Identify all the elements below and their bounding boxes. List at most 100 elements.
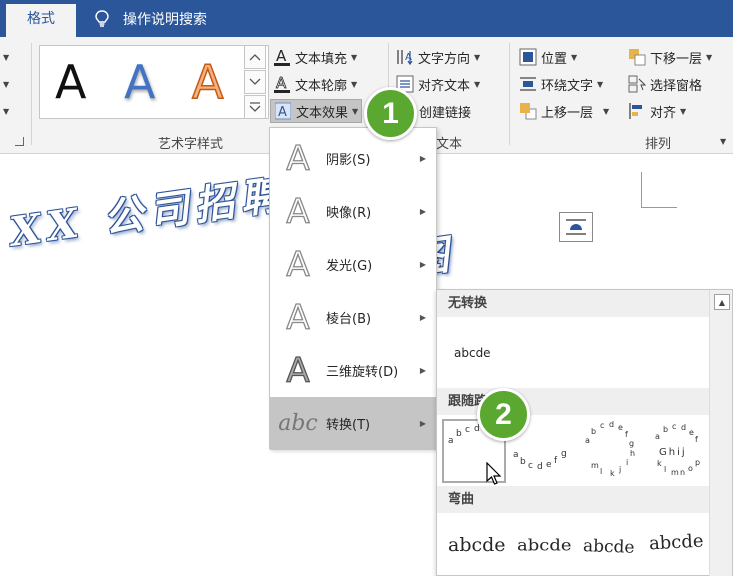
position-label: 位置 [541,51,568,67]
group-separator [509,43,510,145]
follow-path-button[interactable]: ab c def Ghij kl mn op [643,419,707,483]
arrange-group-label: 排列 [645,137,672,152]
no-transform-header: 无转换 [437,290,709,317]
selection-pane-icon [628,75,646,93]
warp-option-arch[interactable]: abcde [517,536,572,555]
chevron-right-icon: ▶ [419,366,426,375]
tab-format[interactable]: 格式 [6,4,76,37]
tell-me-search[interactable]: 操作说明搜索 [95,0,207,37]
create-link-label: 创建链接 [419,105,472,121]
layout-options-button[interactable] [559,212,593,242]
transform-abc-icon: abc [278,410,318,436]
gallery-more-button[interactable] [244,95,266,119]
ribbon-tab-bar: 格式 操作说明搜索 [0,0,733,37]
warp-header: 弯曲 [437,486,709,513]
lightbulb-icon [95,9,109,27]
chevron-down-icon: ▼ [603,106,610,116]
svg-text:Ghij: Ghij [659,447,687,458]
more-icon [249,102,261,112]
svg-text:klmnop: kl mn op [657,458,700,477]
chevron-up-icon [249,54,261,61]
chevron-down-icon: ▼ [474,52,481,62]
chevron-down-icon[interactable]: ▼ [3,107,9,116]
no-transform-option[interactable]: abcde [454,346,491,360]
gallery-scroll-down-button[interactable] [244,70,266,94]
warp-option-inflate[interactable]: abcde [648,531,704,555]
chevron-down-icon: ▼ [597,79,604,89]
menu-item-reflection[interactable]: A 映像(R) ▶ [270,185,436,238]
dialog-launcher-icon[interactable] [15,137,24,146]
chevron-down-icon[interactable]: ▼ [3,53,9,62]
chevron-down-icon: ▼ [571,52,578,62]
shadow-a-icon: A [286,138,311,179]
text-direction-label: 文字方向 [418,51,471,67]
step-callout-1: 1 [364,87,417,140]
bring-forward-button[interactable]: 上移一层 ▼ [519,99,609,123]
menu-item-glow[interactable]: A 发光(G) ▶ [270,238,436,291]
svg-text:A: A [276,75,287,92]
menu-item-label: 映像(R) [326,206,372,221]
position-button[interactable]: 位置 ▼ [519,45,577,69]
create-link-button[interactable]: 创建链接 [419,99,471,123]
wordart-style-orange[interactable]: A [191,52,224,112]
svg-text:A: A [276,48,287,65]
text-direction-button[interactable]: A 文字方向 ▼ [396,45,480,69]
text-direction-icon: A [396,48,414,66]
text-effects-menu: A 阴影(S) ▶ A 映像(R) ▶ A 发光(G) ▶ A 棱台(B) ▶ … [269,127,437,450]
scroll-up-icon[interactable]: ▲ [714,294,730,310]
chevron-down-icon: ▼ [351,79,358,89]
chevron-down-icon [249,78,261,85]
layout-options-icon [566,219,586,235]
position-icon [519,48,537,66]
chevron-right-icon: ▶ [419,154,426,163]
step-callout-2: 2 [477,388,530,441]
text-fill-button[interactable]: A 文本填充 ▼ [273,45,357,69]
menu-item-label: 转换(T) [326,418,371,433]
follow-path-circle[interactable]: abc d efg h i jklm [577,419,641,483]
wordart-style-black[interactable]: A [55,52,86,112]
transform-gallery: 无转换 abcde 跟随路径 abcdef abcdefg abcdefghij… [436,289,733,576]
chevron-right-icon: ▶ [419,260,426,269]
svg-text:A: A [278,105,287,120]
circle-path-icon: abc d efg h i jklm [585,420,635,478]
align-icon [628,102,646,120]
menu-item-shadow[interactable]: A 阴影(S) ▶ [270,132,436,185]
wordart-style-blue[interactable]: A [124,52,155,112]
menu-item-label: 棱台(B) [326,312,372,327]
menu-item-3d-rotation[interactable]: A 三维旋转(D) ▶ [270,344,436,397]
menu-item-bevel[interactable]: A 棱台(B) ▶ [270,291,436,344]
bring-forward-icon [519,102,537,120]
chevron-down-icon[interactable]: ▼ [720,137,726,146]
chevron-right-icon: ▶ [419,419,426,428]
warp-option-wave[interactable]: abcde [583,536,635,558]
text-effects-button[interactable]: A 文本效果 ▼ [270,99,363,123]
wordart-styles-group-label: 艺术字样式 [158,137,224,152]
chevron-down-icon: ▼ [706,52,713,62]
mouse-cursor-icon [486,462,502,485]
text-effects-label: 文本效果 [296,105,349,121]
menu-item-transform[interactable]: abc 转换(T) ▶ [270,397,436,450]
text-outline-icon: A [273,75,291,93]
chevron-right-icon: ▶ [419,313,426,322]
bevel-a-icon: A [286,297,311,338]
send-backward-icon [628,48,646,66]
gallery-scrollbar[interactable]: ▲ [709,290,732,576]
gallery-scroll-up-button[interactable] [244,45,266,69]
text-group-label: 文本 [436,137,463,152]
menu-item-label: 阴影(S) [326,153,371,168]
align-button[interactable]: 对齐 ▼ [628,99,686,123]
wordart-style-gallery: A A A [39,45,269,119]
align-text-button[interactable]: 对齐文本 ▼ [396,72,480,96]
send-backward-button[interactable]: 下移一层 ▼ [628,45,712,69]
tell-me-label: 操作说明搜索 [123,11,207,28]
3d-rotation-a-icon: A [286,350,311,391]
selection-pane-label: 选择窗格 [650,78,703,94]
align-label: 对齐 [650,105,677,121]
wrap-text-icon [519,75,537,93]
svg-text:abcdefghijklm: abc d efg h i jklm [585,420,635,478]
warp-option-plain[interactable]: abcde [448,534,506,556]
text-outline-button[interactable]: A 文本轮廓 ▼ [273,72,357,96]
selection-pane-button[interactable]: 选择窗格 [628,72,702,96]
wrap-text-button[interactable]: 环绕文字 ▼ [519,72,603,96]
chevron-down-icon[interactable]: ▼ [3,80,9,89]
